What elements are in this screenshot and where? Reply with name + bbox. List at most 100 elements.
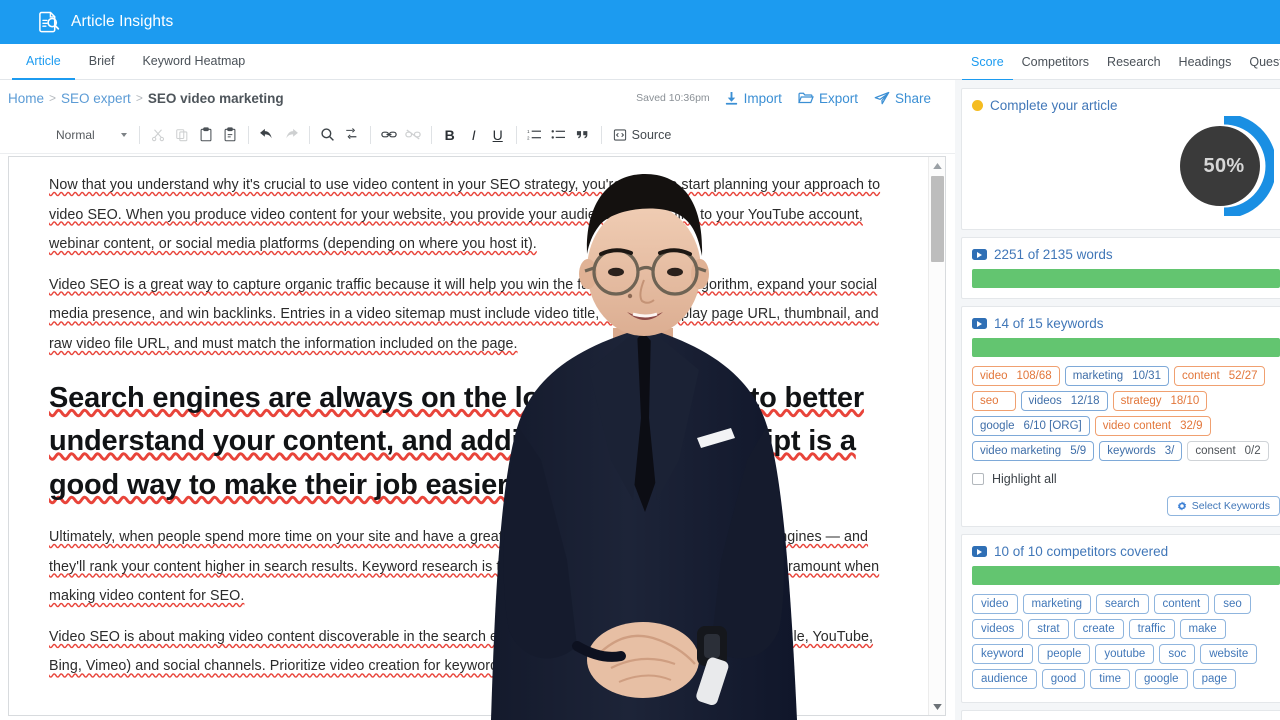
paste-icon[interactable] bbox=[195, 124, 217, 146]
scrollbar-thumb[interactable] bbox=[931, 176, 944, 262]
competitor-tag[interactable]: video bbox=[972, 594, 1018, 614]
competitor-tag[interactable]: seo bbox=[1214, 594, 1251, 614]
competitor-tag[interactable]: page bbox=[1192, 669, 1237, 689]
keyword-tag[interactable]: videos 12/18 bbox=[1020, 391, 1108, 411]
keyword-term: marketing bbox=[1072, 370, 1124, 382]
competitor-tag[interactable]: videos bbox=[972, 619, 1024, 639]
select-keywords-button[interactable]: Select Keywords bbox=[1166, 496, 1280, 516]
competitors-progress-bar bbox=[972, 566, 1280, 585]
competitor-tag[interactable]: search bbox=[1096, 594, 1149, 614]
tab-article[interactable]: Article bbox=[12, 44, 75, 80]
competitor-tag[interactable]: people bbox=[1037, 644, 1091, 664]
import-button[interactable]: Import bbox=[724, 91, 782, 106]
keywords-card-header: 14 of 15 keywords bbox=[972, 316, 1280, 331]
competitor-tag[interactable]: youtube bbox=[1095, 644, 1155, 664]
keyword-term: seo bbox=[980, 395, 999, 407]
share-button[interactable]: Share bbox=[874, 91, 931, 106]
competitor-tag[interactable]: keyword bbox=[972, 644, 1033, 664]
competitor-tag[interactable]: traffic bbox=[1128, 619, 1175, 639]
competitor-tag[interactable]: strat bbox=[1028, 619, 1069, 639]
words-card-title: 2251 of 2135 words bbox=[994, 247, 1113, 262]
keywords-progress-fill bbox=[972, 338, 1280, 357]
keyword-count: 5/9 bbox=[1070, 445, 1087, 457]
competitor-tag[interactable]: content bbox=[1153, 594, 1210, 614]
tab-questions[interactable]: Questions bbox=[1240, 44, 1280, 81]
keyword-tag[interactable]: google 6/10 [ORG] bbox=[972, 416, 1090, 436]
export-button[interactable]: Export bbox=[798, 91, 858, 106]
document-frame: Now that you understand why it's crucial… bbox=[8, 156, 946, 716]
numbered-list-icon[interactable]: 1 2 bbox=[524, 124, 546, 146]
score-card-header: Complete your article bbox=[972, 98, 1280, 113]
competitor-tag[interactable]: marketing bbox=[1022, 594, 1091, 614]
competitor-tag[interactable]: create bbox=[1073, 619, 1124, 639]
blockquote-icon[interactable] bbox=[572, 124, 594, 146]
scroll-down-icon[interactable] bbox=[929, 698, 945, 715]
bold-icon[interactable]: B bbox=[439, 124, 461, 146]
unlink-icon[interactable] bbox=[402, 124, 424, 146]
score-percent: 50% bbox=[1203, 154, 1245, 177]
keyword-tag[interactable]: content 52/27 bbox=[1173, 366, 1266, 386]
import-label: Import bbox=[743, 90, 782, 106]
italic-icon[interactable]: I bbox=[463, 124, 485, 146]
format-dropdown[interactable]: Normal bbox=[56, 128, 127, 142]
keyword-term: strategy bbox=[1120, 395, 1162, 407]
keyword-tag[interactable]: marketing 10/31 bbox=[1064, 366, 1169, 386]
find-icon[interactable] bbox=[317, 124, 339, 146]
keyword-tag[interactable]: video marketing 5/9 bbox=[972, 441, 1095, 461]
breadcrumb-parent[interactable]: SEO expert bbox=[61, 91, 131, 106]
tab-headings[interactable]: Headings bbox=[1170, 44, 1241, 81]
competitor-tag[interactable]: good bbox=[1041, 669, 1086, 689]
select-keywords-label: Select Keywords bbox=[1191, 500, 1270, 512]
scroll-up-icon[interactable] bbox=[929, 157, 945, 174]
keyword-count: 6/10 [ORG] bbox=[1023, 420, 1082, 432]
keywords-progress-bar bbox=[972, 338, 1280, 357]
competitor-tag[interactable]: time bbox=[1090, 669, 1131, 689]
bullet-list-icon[interactable] bbox=[548, 124, 570, 146]
undo-icon[interactable] bbox=[256, 124, 278, 146]
cut-icon[interactable] bbox=[147, 124, 169, 146]
article-editor[interactable]: Now that you understand why it's crucial… bbox=[9, 157, 928, 715]
keyword-tag[interactable]: video 108/68 bbox=[972, 366, 1060, 386]
tab-research[interactable]: Research bbox=[1098, 44, 1170, 81]
underline-icon[interactable]: U bbox=[487, 124, 509, 146]
brand[interactable]: Article Insights bbox=[36, 9, 173, 35]
words-progress-bar bbox=[972, 269, 1280, 288]
highlight-all-label: Highlight all bbox=[992, 472, 1057, 486]
competitor-tag[interactable]: google bbox=[1135, 669, 1188, 689]
keywords-card: 14 of 15 keywords video 108/68 marketing… bbox=[961, 306, 1280, 527]
chevron-down-icon bbox=[120, 132, 127, 137]
competitor-tag[interactable]: soc bbox=[1159, 644, 1196, 664]
keyword-tag[interactable]: keywords 3/ bbox=[1099, 441, 1183, 461]
breadcrumb-home[interactable]: Home bbox=[8, 91, 44, 106]
toolbar-divider-4 bbox=[369, 125, 371, 144]
left-tabs: Article Brief Keyword Heatmap bbox=[0, 44, 259, 80]
saved-status: Saved 10:36pm bbox=[636, 92, 710, 104]
keyword-tag[interactable]: video content 32/9 bbox=[1094, 416, 1211, 436]
competitor-tag[interactable]: audience bbox=[972, 669, 1037, 689]
keyword-tag[interactable]: consent 0/2 bbox=[1187, 441, 1269, 461]
document-scrollbar[interactable] bbox=[928, 157, 945, 715]
video-tutorial-icon[interactable] bbox=[972, 546, 987, 557]
svg-text:1: 1 bbox=[527, 129, 530, 134]
keyword-term: video marketing bbox=[980, 445, 1062, 457]
keyword-tag[interactable]: seo bbox=[972, 391, 1016, 411]
tab-brief[interactable]: Brief bbox=[75, 44, 129, 80]
source-button[interactable]: Source bbox=[609, 124, 676, 146]
redo-icon[interactable] bbox=[280, 124, 302, 146]
tab-keyword-heatmap[interactable]: Keyword Heatmap bbox=[128, 44, 259, 80]
link-icon[interactable] bbox=[378, 124, 400, 146]
video-tutorial-icon[interactable] bbox=[972, 318, 987, 329]
competitor-tag-list: video marketing search content seo video… bbox=[972, 594, 1280, 692]
tab-competitors[interactable]: Competitors bbox=[1013, 44, 1098, 81]
video-tutorial-icon[interactable] bbox=[972, 249, 987, 260]
select-keywords-row: Select Keywords bbox=[972, 496, 1280, 516]
source-label: Source bbox=[631, 127, 672, 142]
tab-score[interactable]: Score bbox=[962, 44, 1013, 81]
competitor-tag[interactable]: website bbox=[1200, 644, 1258, 664]
replace-icon[interactable] bbox=[341, 124, 363, 146]
paste-text-icon[interactable] bbox=[219, 124, 241, 146]
highlight-all-checkbox[interactable] bbox=[972, 473, 984, 485]
keyword-tag[interactable]: strategy 18/10 bbox=[1112, 391, 1208, 411]
competitor-tag[interactable]: make bbox=[1179, 619, 1226, 639]
copy-icon[interactable] bbox=[171, 124, 193, 146]
